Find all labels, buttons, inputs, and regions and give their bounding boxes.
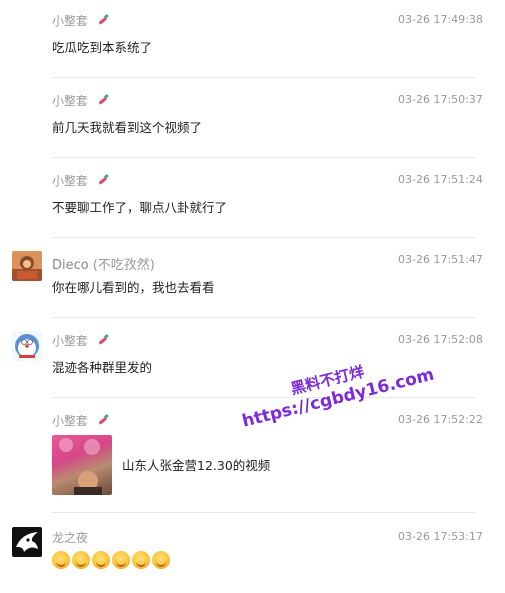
divider	[52, 397, 475, 398]
laughing-emoji-icon	[92, 551, 110, 569]
brush-badge-icon	[98, 13, 109, 25]
avatar[interactable]	[12, 527, 42, 557]
message-time: 03-26 17:49:38	[398, 13, 483, 26]
laughing-emoji-icon	[152, 551, 170, 569]
message-text: 前几天我就看到这个视频了	[52, 120, 203, 135]
emoji-row	[52, 551, 170, 569]
message-time: 03-26 17:50:37	[398, 93, 483, 106]
laughing-emoji-icon	[112, 551, 130, 569]
laughing-emoji-icon	[52, 551, 70, 569]
divider	[52, 237, 475, 238]
divider	[52, 77, 475, 78]
brush-badge-icon	[98, 413, 109, 425]
message-text: 吃瓜吃到本系统了	[52, 40, 153, 55]
divider	[52, 317, 475, 318]
message-text: 不要聊工作了，聊点八卦就行了	[52, 200, 228, 215]
brush-badge-icon	[98, 173, 109, 185]
divider	[52, 157, 475, 158]
sender-name[interactable]: 小整套	[52, 12, 110, 29]
sender-name[interactable]: 小整套	[52, 92, 110, 109]
divider	[52, 512, 475, 513]
message-time: 03-26 17:51:24	[398, 173, 483, 186]
sender-name[interactable]: Dieco (不吃孜然)	[52, 254, 155, 273]
message-time: 03-26 17:53:17	[398, 530, 483, 543]
laughing-emoji-icon	[132, 551, 150, 569]
brush-badge-icon	[98, 93, 109, 105]
watermark-line-1: 黑料不打烊	[288, 362, 366, 399]
message-time: 03-26 17:52:22	[398, 413, 483, 426]
sender-name[interactable]: 小整套	[52, 332, 110, 349]
video-thumbnail[interactable]	[52, 435, 112, 495]
message-time: 03-26 17:51:47	[398, 253, 483, 266]
avatar[interactable]	[12, 251, 42, 281]
avatar[interactable]	[12, 331, 42, 361]
message-text: 你在哪儿看到的，我也去看看	[52, 280, 215, 295]
laughing-emoji-icon	[72, 551, 90, 569]
sender-name[interactable]: 龙之夜	[52, 529, 88, 546]
sender-name[interactable]: 小整套	[52, 172, 110, 189]
sender-name[interactable]: 小整套	[52, 412, 110, 429]
message-time: 03-26 17:52:08	[398, 333, 483, 346]
brush-badge-icon	[98, 333, 109, 345]
message-text: 混迹各种群里发的	[52, 360, 153, 375]
video-card-title[interactable]: 山东人张金营12.30的视频	[122, 455, 270, 474]
